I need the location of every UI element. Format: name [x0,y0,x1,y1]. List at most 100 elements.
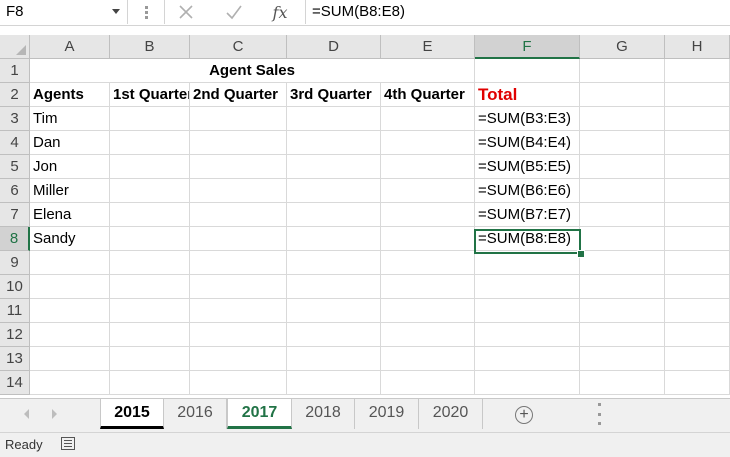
column-header-c[interactable]: C [190,35,287,59]
cell-d6[interactable] [287,179,381,203]
select-all-button[interactable] [0,35,30,59]
cell-h4[interactable] [665,131,730,155]
total-formula-cell[interactable]: =SUM(B4:E4) [475,131,580,155]
cell-e3[interactable] [381,107,475,131]
total-formula-cell[interactable]: =SUM(B7:E7) [475,203,580,227]
cell-c13[interactable] [190,347,287,371]
sheet-tab-2016[interactable]: 2016 [164,399,227,429]
cell-c4[interactable] [190,131,287,155]
cell-f11[interactable] [475,299,580,323]
column-header-a[interactable]: A [30,35,110,59]
sheet-tab-2017[interactable]: 2017 [227,399,292,429]
agent-cell[interactable]: Jon [30,155,110,179]
row-header-4[interactable]: 4 [0,131,30,155]
sheet-tab-2019[interactable]: 2019 [355,399,419,429]
cell-d13[interactable] [287,347,381,371]
cell-b3[interactable] [110,107,190,131]
cell-g7[interactable] [580,203,665,227]
cell-c3[interactable] [190,107,287,131]
cell-d10[interactable] [287,275,381,299]
cell-h11[interactable] [665,299,730,323]
drag-handle-icon[interactable] [598,403,601,425]
total-formula-cell[interactable]: =SUM(B6:E6) [475,179,580,203]
column-header-g[interactable]: G [580,35,665,59]
cell-f12[interactable] [475,323,580,347]
row-header-2[interactable]: 2 [0,83,30,107]
cell-a10[interactable] [30,275,110,299]
cell-g11[interactable] [580,299,665,323]
agent-cell[interactable]: Tim [30,107,110,131]
cell-d3[interactable] [287,107,381,131]
cell-g12[interactable] [580,323,665,347]
cell-h14[interactable] [665,371,730,395]
cell-h13[interactable] [665,347,730,371]
row-header-7[interactable]: 7 [0,203,30,227]
cell-e10[interactable] [381,275,475,299]
column-header-d[interactable]: D [287,35,381,59]
cell-h7[interactable] [665,203,730,227]
header-cell-e[interactable]: 4th Quarter [381,83,475,107]
cell-c7[interactable] [190,203,287,227]
cell-b7[interactable] [110,203,190,227]
column-header-e[interactable]: E [381,35,475,59]
cell-g3[interactable] [580,107,665,131]
header-cell-b[interactable]: 1st Quarter [110,83,190,107]
cell-f10[interactable] [475,275,580,299]
cell-b4[interactable] [110,131,190,155]
scroll-tabs-left-icon[interactable] [24,409,29,419]
cell-d12[interactable] [287,323,381,347]
cell-c6[interactable] [190,179,287,203]
cell-g6[interactable] [580,179,665,203]
cell-f13[interactable] [475,347,580,371]
insert-function-icon[interactable]: fx [266,0,294,24]
sheet-title-cell[interactable]: Agent Sales [30,59,475,83]
cell-e14[interactable] [381,371,475,395]
row-header-3[interactable]: 3 [0,107,30,131]
agent-cell[interactable]: Elena [30,203,110,227]
cell-c12[interactable] [190,323,287,347]
cell-a11[interactable] [30,299,110,323]
cell-h1[interactable] [665,59,730,83]
cell-d8[interactable] [287,227,381,251]
cell-g2[interactable] [580,83,665,107]
formula-input[interactable]: =SUM(B8:E8) [312,3,405,20]
add-sheet-button[interactable]: + [515,406,533,424]
cell-e13[interactable] [381,347,475,371]
cell-h8[interactable] [665,227,730,251]
column-header-f[interactable]: F [475,35,580,59]
cell-h9[interactable] [665,251,730,275]
x-icon[interactable] [172,0,200,24]
cell-d4[interactable] [287,131,381,155]
name-box[interactable]: F8 [0,0,128,24]
cell-b13[interactable] [110,347,190,371]
agent-cell[interactable]: Miller [30,179,110,203]
cell-d14[interactable] [287,371,381,395]
cell-h5[interactable] [665,155,730,179]
cell-e4[interactable] [381,131,475,155]
row-header-6[interactable]: 6 [0,179,30,203]
cell-h3[interactable] [665,107,730,131]
cell-c11[interactable] [190,299,287,323]
chevron-down-icon[interactable] [112,9,120,14]
row-header-12[interactable]: 12 [0,323,30,347]
header-cell-a[interactable]: Agents [30,83,110,107]
cell-g1[interactable] [580,59,665,83]
cell-b14[interactable] [110,371,190,395]
cell-g5[interactable] [580,155,665,179]
cell-b6[interactable] [110,179,190,203]
cell-c5[interactable] [190,155,287,179]
header-cell-c[interactable]: 2nd Quarter [190,83,287,107]
cell-h10[interactable] [665,275,730,299]
cell-d7[interactable] [287,203,381,227]
cell-c10[interactable] [190,275,287,299]
row-header-10[interactable]: 10 [0,275,30,299]
sheet-tab-2015[interactable]: 2015 [100,399,164,429]
cell-d5[interactable] [287,155,381,179]
row-header-1[interactable]: 1 [0,59,30,83]
row-header-8[interactable]: 8 [0,227,30,251]
cell-a9[interactable] [30,251,110,275]
row-header-13[interactable]: 13 [0,347,30,371]
total-formula-cell[interactable]: =SUM(B5:E5) [475,155,580,179]
cell-h6[interactable] [665,179,730,203]
cell-f14[interactable] [475,371,580,395]
